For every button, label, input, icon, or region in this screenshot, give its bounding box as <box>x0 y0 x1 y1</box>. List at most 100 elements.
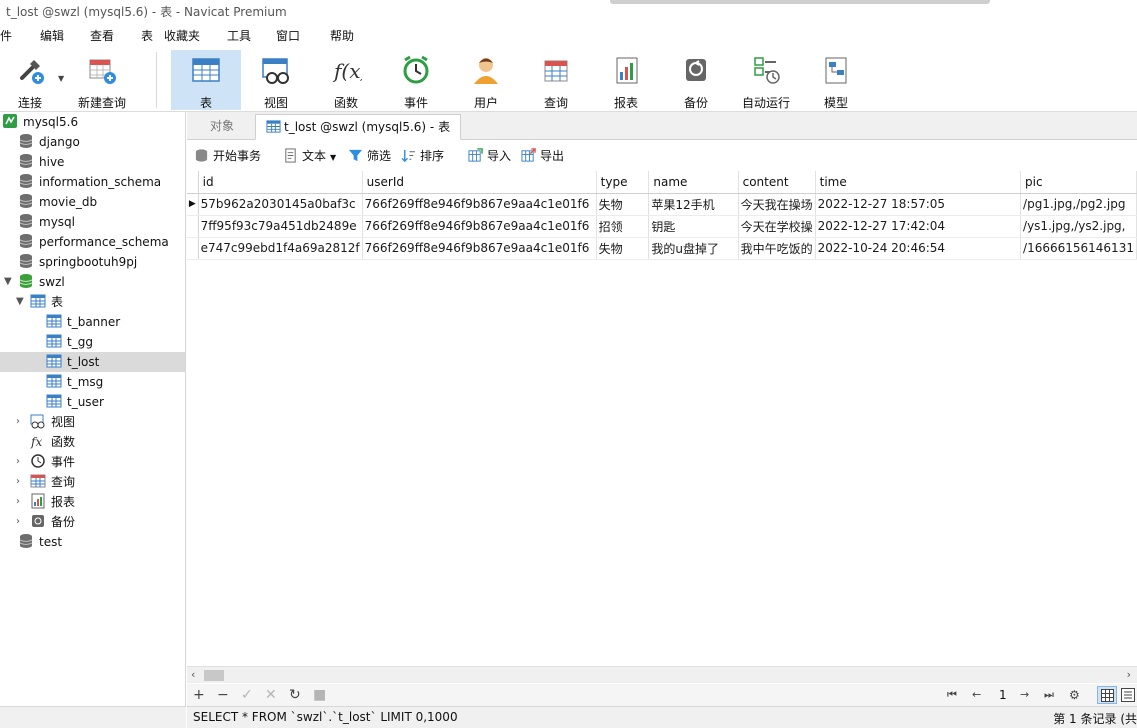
first-page-icon[interactable]: ⏮ <box>947 686 957 704</box>
cell-id[interactable]: 57b962a2030145a0baf3c <box>198 193 363 216</box>
chevron-down-icon[interactable]: ▼ <box>4 276 12 287</box>
next-page-icon[interactable]: → <box>1020 686 1029 704</box>
chevron-right-icon[interactable]: › <box>16 456 20 467</box>
table-button[interactable]: 表 <box>171 50 241 110</box>
tree-db-movie-db[interactable]: movie_db <box>18 192 97 212</box>
begin-transaction-button[interactable]: 开始事务 <box>194 148 261 166</box>
menu-tools[interactable]: 工具 <box>227 27 251 44</box>
column-header-content[interactable]: content <box>738 171 816 194</box>
tree-table-t-user[interactable]: t_user <box>46 392 104 412</box>
last-page-icon[interactable]: ⏭ <box>1044 686 1054 704</box>
menu-favorites[interactable]: 收藏夹 <box>164 27 200 44</box>
scroll-right-icon[interactable]: › <box>1127 668 1131 681</box>
column-header-pic[interactable]: pic <box>1020 171 1137 194</box>
tree-db-springbootuh9pj[interactable]: springbootuh9pj <box>18 252 137 272</box>
cell-type[interactable]: 失物 <box>596 237 650 260</box>
cell-type[interactable]: 招领 <box>596 215 650 238</box>
cell-time[interactable]: 2022-12-27 18:57:05 <box>815 193 1022 216</box>
cell-time[interactable]: 2022-10-24 20:46:54 <box>815 237 1022 260</box>
cell-content[interactable]: 今天在学校操 <box>738 215 816 238</box>
connect-dropdown-icon[interactable]: ▼ <box>58 74 64 83</box>
tree-backups-group[interactable]: 备份 <box>30 512 75 532</box>
prev-page-icon[interactable]: ← <box>972 686 981 704</box>
new-query-button[interactable]: 新建查询 <box>67 50 137 110</box>
tree-functions-group[interactable]: fx 函数 <box>30 432 75 452</box>
refresh-icon[interactable]: ↻ <box>289 686 301 704</box>
filter-button[interactable]: 筛选 <box>348 148 391 166</box>
tree-db-information-schema[interactable]: information_schema <box>18 172 161 192</box>
cell-content[interactable]: 今天我在操场 <box>738 193 816 216</box>
tree-db-test[interactable]: test <box>18 532 62 552</box>
tree-tables-group[interactable]: 表 <box>30 292 63 312</box>
cell-pic[interactable]: /16666156146131 <box>1020 237 1137 260</box>
sort-button[interactable]: 排序 <box>401 148 444 166</box>
horizontal-scrollbar[interactable]: ‹ › <box>187 666 1137 683</box>
cell-userid[interactable]: 766f269ff8e946f9b867e9aa4c1e01f6 <box>362 237 597 260</box>
cell-userid[interactable]: 766f269ff8e946f9b867e9aa4c1e01f6 <box>362 215 597 238</box>
tree-db-mysql[interactable]: mysql <box>18 212 75 232</box>
cell-userid[interactable]: 766f269ff8e946f9b867e9aa4c1e01f6 <box>362 193 597 216</box>
grid-view-toggle[interactable] <box>1097 686 1117 704</box>
menu-help[interactable]: 帮助 <box>330 27 354 44</box>
column-header-time[interactable]: time <box>815 171 1022 194</box>
cell-pic[interactable]: /pg1.jpg,/pg2.jpg <box>1020 193 1137 216</box>
chevron-right-icon[interactable]: › <box>16 496 20 507</box>
cell-id[interactable]: 7ff95f93c79a451db2489e <box>198 215 363 238</box>
cell-name[interactable]: 我的u盘掉了 <box>648 237 739 260</box>
tree-db-swzl[interactable]: swzl <box>18 272 65 292</box>
menu-window[interactable]: 窗口 <box>276 27 300 44</box>
stop-icon[interactable]: ■ <box>313 686 326 704</box>
discard-changes-icon[interactable]: ✕ <box>265 686 277 704</box>
scrollbar-thumb[interactable] <box>204 670 224 681</box>
delete-record-icon[interactable]: − <box>217 686 229 704</box>
cell-time[interactable]: 2022-12-27 17:42:04 <box>815 215 1022 238</box>
cell-name[interactable]: 苹果12手机 <box>648 193 739 216</box>
autorun-button[interactable]: 自动运行 <box>731 50 801 110</box>
page-number[interactable]: 1 <box>999 686 1007 704</box>
column-header-id[interactable]: id <box>198 171 363 194</box>
scroll-left-icon[interactable]: ‹ <box>191 668 195 681</box>
export-button[interactable]: 导出 <box>521 148 564 166</box>
backup-button[interactable]: 备份 <box>661 50 731 110</box>
form-view-toggle[interactable] <box>1121 688 1135 702</box>
event-button[interactable]: 事件 <box>381 50 451 110</box>
tree-connection-mysql56[interactable]: mysql5.6 <box>2 112 78 132</box>
cell-id[interactable]: e747c99ebd1f4a69a2812f <box>198 237 363 260</box>
import-button[interactable]: 导入 <box>468 148 511 166</box>
menu-file[interactable]: 文件 <box>0 27 12 44</box>
tree-events-group[interactable]: 事件 <box>30 452 75 472</box>
menu-view[interactable]: 查看 <box>90 27 114 44</box>
chevron-right-icon[interactable]: › <box>16 416 20 427</box>
tree-db-django[interactable]: django <box>18 132 80 152</box>
tree-db-hive[interactable]: hive <box>18 152 64 172</box>
cell-content[interactable]: 我中午吃饭的 <box>738 237 816 260</box>
tree-queries-group[interactable]: 查询 <box>30 472 75 492</box>
tab-t-lost[interactable]: t_lost @swzl (mysql5.6) - 表 <box>255 114 462 140</box>
user-button[interactable]: 用户 <box>451 50 521 110</box>
chevron-right-icon[interactable]: › <box>16 476 20 487</box>
cell-name[interactable]: 钥匙 <box>648 215 739 238</box>
tree-table-t-msg[interactable]: t_msg <box>46 372 103 392</box>
table-row[interactable]: e747c99ebd1f4a69a2812f 766f269ff8e946f9b… <box>187 237 1137 260</box>
text-button[interactable]: 文本 ▼ <box>283 148 336 166</box>
window-controls[interactable] <box>610 0 990 4</box>
tree-db-performance-schema[interactable]: performance_schema <box>18 232 169 252</box>
tree-table-t-lost[interactable]: t_lost <box>0 352 185 372</box>
add-record-icon[interactable]: + <box>193 686 205 704</box>
column-header-userid[interactable]: userId <box>362 171 597 194</box>
tab-objects[interactable]: 对象 <box>200 114 244 140</box>
apply-changes-icon[interactable]: ✓ <box>241 686 253 704</box>
menu-edit[interactable]: 编辑 <box>40 27 64 44</box>
tree-table-t-gg[interactable]: t_gg <box>46 332 93 352</box>
model-button[interactable]: 模型 <box>801 50 871 110</box>
tree-table-t-banner[interactable]: t_banner <box>46 312 120 332</box>
function-button[interactable]: f(x) 函数 <box>311 50 381 110</box>
report-button[interactable]: 报表 <box>591 50 661 110</box>
chevron-down-icon[interactable]: ▼ <box>16 296 24 307</box>
tree-reports-group[interactable]: 报表 <box>30 492 75 512</box>
table-row[interactable]: 7ff95f93c79a451db2489e 766f269ff8e946f9b… <box>187 215 1137 238</box>
cell-type[interactable]: 失物 <box>596 193 650 216</box>
table-row[interactable]: ▶ 57b962a2030145a0baf3c 766f269ff8e946f9… <box>187 193 1137 216</box>
cell-pic[interactable]: /ys1.jpg,/ys2.jpg, <box>1020 215 1137 238</box>
gear-icon[interactable]: ⚙ <box>1069 686 1080 704</box>
